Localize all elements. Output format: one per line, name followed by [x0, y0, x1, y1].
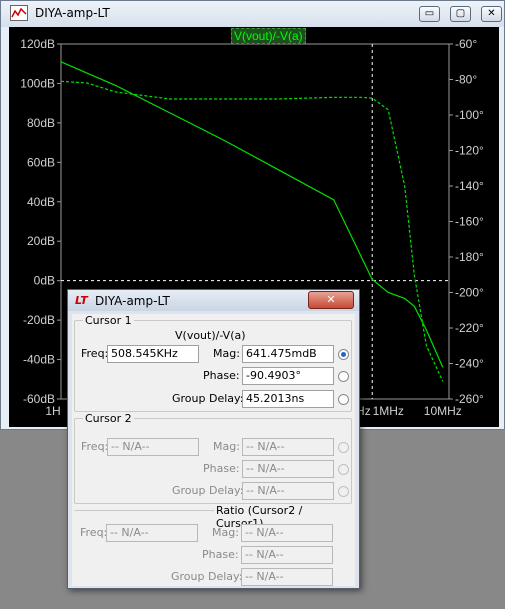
right-tick-label: -220° [455, 321, 484, 335]
right-tick-label: -80° [455, 73, 477, 87]
ratio-groupdelay-label: Group Delay: [171, 570, 243, 583]
close-button[interactable]: ✕ [481, 6, 502, 22]
cursor1-freq-field[interactable]: 508.545KHz [107, 345, 199, 363]
right-tick-label: -100° [455, 108, 484, 122]
ratio-mag-label: Mag: [212, 526, 239, 539]
left-tick-label: 100dB [20, 76, 55, 90]
ratio-phase-label: Phase: [202, 548, 239, 561]
x-tick-label: 10MHz [424, 404, 462, 418]
right-tick-label: -160° [455, 215, 484, 229]
right-tick-label: -240° [455, 357, 484, 371]
right-tick-label: -120° [455, 144, 484, 158]
cursor2-freq-label: Freq: [81, 440, 109, 453]
left-tick-label: 0dB [34, 274, 55, 288]
cursor1-groupdelay-label: Group Delay: [172, 392, 244, 405]
right-tick-label: -180° [455, 250, 484, 264]
cursor2-phase-field[interactable]: -- N/A-- [242, 460, 334, 478]
ratio-group: Ratio (Cursor2 / Cursor1) Freq: -- N/A--… [74, 504, 352, 586]
cursor2-phase-label: Phase: [203, 462, 240, 475]
cursor1-title: Cursor 1 [83, 314, 134, 327]
trace-label[interactable]: V(vout)/-V(a) [231, 28, 306, 44]
cursor1-mag-radio[interactable] [338, 349, 349, 360]
cursor1-trace-name: V(vout)/-V(a) [175, 329, 246, 342]
cursor1-freq-label: Freq: [81, 347, 109, 360]
cursor1-group: Cursor 1 V(vout)/-V(a) Freq: 508.545KHz … [74, 314, 352, 412]
waveform-app-icon [10, 5, 28, 21]
cursor2-groupdelay-radio[interactable] [338, 486, 349, 497]
ratio-groupdelay-field[interactable]: -- N/A-- [241, 568, 333, 586]
right-tick-label: -140° [455, 179, 484, 193]
ratio-mag-field[interactable]: -- N/A-- [241, 524, 333, 542]
x-tick-label: 1H [45, 404, 60, 418]
ratio-phase-field[interactable]: -- N/A-- [241, 546, 333, 564]
left-tick-label: 80dB [27, 116, 55, 130]
cursor2-group: Cursor 2 Freq: -- N/A-- Mag: -- N/A-- Ph… [74, 412, 352, 504]
cursor2-mag-label: Mag: [213, 440, 240, 453]
cursor1-mag-label: Mag: [213, 347, 240, 360]
left-tick-label: -40dB [23, 353, 55, 367]
cursor2-phase-radio[interactable] [338, 464, 349, 475]
cursor1-phase-radio[interactable] [338, 371, 349, 382]
cursor2-groupdelay-label: Group Delay: [172, 484, 244, 497]
cursor2-mag-field[interactable]: -- N/A-- [242, 438, 334, 456]
cursor1-groupdelay-radio[interactable] [338, 394, 349, 405]
left-tick-label: 40dB [27, 195, 55, 209]
cursor1-phase-label: Phase: [203, 369, 240, 382]
dialog-title: DIYA-amp-LT [95, 294, 170, 308]
window-title: DIYA-amp-LT [35, 6, 110, 20]
dialog-body: Cursor 1 V(vout)/-V(a) Freq: 508.545KHz … [72, 314, 355, 586]
ratio-freq-field[interactable]: -- N/A-- [106, 524, 198, 542]
title-bar[interactable]: DIYA-amp-LT ▭ ▢ ✕ [1, 1, 504, 27]
dialog-title-bar[interactable]: LT DIYA-amp-LT ✕ [68, 290, 359, 311]
cursor2-mag-radio[interactable] [338, 442, 349, 453]
left-tick-label: -20dB [23, 313, 55, 327]
right-tick-label: -60° [455, 37, 477, 51]
cursor1-mag-field[interactable]: 641.475mdB [242, 345, 334, 363]
cursor1-phase-field[interactable]: -90.4903° [242, 367, 334, 385]
cursor2-title: Cursor 2 [83, 412, 134, 425]
dialog-close-button[interactable]: ✕ [308, 291, 354, 309]
cursor-dialog: LT DIYA-amp-LT ✕ Cursor 1 V(vout)/-V(a) … [67, 289, 360, 589]
ltspice-logo-icon: LT [75, 294, 88, 307]
left-tick-label: 20dB [27, 234, 55, 248]
cursor2-freq-field[interactable]: -- N/A-- [107, 438, 199, 456]
left-tick-label: 120dB [20, 37, 55, 51]
cursor2-groupdelay-field[interactable]: -- N/A-- [242, 482, 334, 500]
minimize-button[interactable]: ▭ [419, 6, 440, 22]
cursor1-groupdelay-field[interactable]: 45.2013ns [242, 390, 334, 408]
left-tick-label: 60dB [27, 155, 55, 169]
x-tick-label: 1MHz [373, 404, 404, 418]
maximize-button[interactable]: ▢ [450, 6, 471, 22]
ratio-freq-label: Freq: [80, 526, 108, 539]
right-tick-label: -200° [455, 286, 484, 300]
